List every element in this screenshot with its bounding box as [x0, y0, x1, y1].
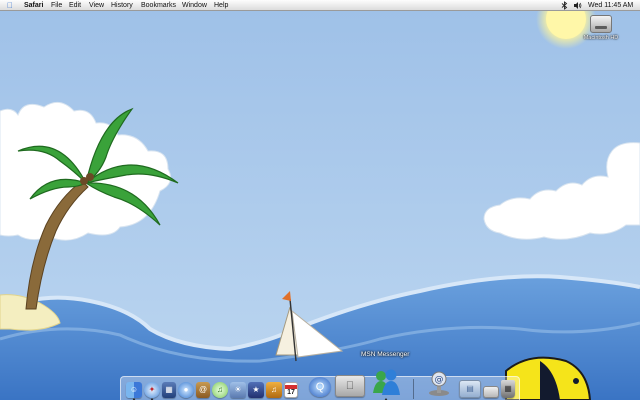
clock[interactable]: Wed 11:45 AM — [588, 0, 633, 11]
menu-help[interactable]: Help — [214, 0, 228, 11]
ichat-icon[interactable]: ● — [178, 382, 194, 398]
desktop-background — [0, 11, 640, 400]
menu-bookmarks[interactable]: Bookmarks — [141, 0, 176, 11]
beach-wallpaper — [0, 11, 640, 400]
system-preferences-icon[interactable]:  — [335, 375, 365, 397]
address-book-icon[interactable]: @ — [196, 382, 210, 398]
trash-icon[interactable]: ▦ — [501, 380, 515, 398]
volume-icon[interactable] — [573, 0, 582, 14]
menu-file[interactable]: File — [51, 0, 62, 11]
svg-text:@: @ — [435, 375, 444, 385]
ical-date: 17 — [287, 388, 295, 396]
safari-icon[interactable]: ✦ — [144, 382, 160, 398]
menu-edit[interactable]: Edit — [69, 0, 81, 11]
macintosh-hd[interactable]: Macintosh HD — [580, 15, 622, 50]
ical-icon[interactable]: 17 — [284, 382, 298, 398]
disk-label: Macintosh HD — [583, 35, 619, 41]
imovie-icon[interactable]: ★ — [248, 382, 264, 398]
apple-icon[interactable]:  — [7, 0, 13, 11]
menu-window[interactable]: Window — [182, 0, 207, 11]
itunes-icon[interactable]: ♫ — [212, 382, 228, 398]
menu-history[interactable]: History — [111, 0, 133, 11]
bluetooth-icon[interactable] — [561, 0, 568, 14]
iphoto-icon[interactable]: ☀ — [230, 382, 246, 398]
preview-icon[interactable]: ▦ — [162, 382, 176, 398]
menu-app-name[interactable]: Safari — [24, 0, 43, 11]
menu-bar:  Safari File Edit View History Bookmark… — [0, 0, 640, 11]
dock-separator — [413, 379, 414, 399]
folder-icon[interactable]: ▤ — [459, 380, 481, 398]
garageband-icon[interactable]: ♫ — [266, 382, 282, 398]
hard-disk-icon[interactable] — [590, 15, 612, 33]
dock-tooltip: MSN Messenger — [361, 351, 410, 358]
dock: ☺ ✦ ▦ ● @ ♫ ☀ ★ ♫ 17 Q  @ ▤ ▦ — [120, 369, 520, 400]
menu-view[interactable]: View — [89, 0, 104, 11]
mail-icon[interactable]: @ — [427, 371, 451, 397]
window-thumbnail[interactable] — [483, 386, 499, 398]
finder-icon[interactable]: ☺ — [126, 382, 142, 398]
msn-messenger-icon[interactable] — [369, 367, 403, 397]
quicktime-icon[interactable]: Q — [309, 377, 331, 397]
